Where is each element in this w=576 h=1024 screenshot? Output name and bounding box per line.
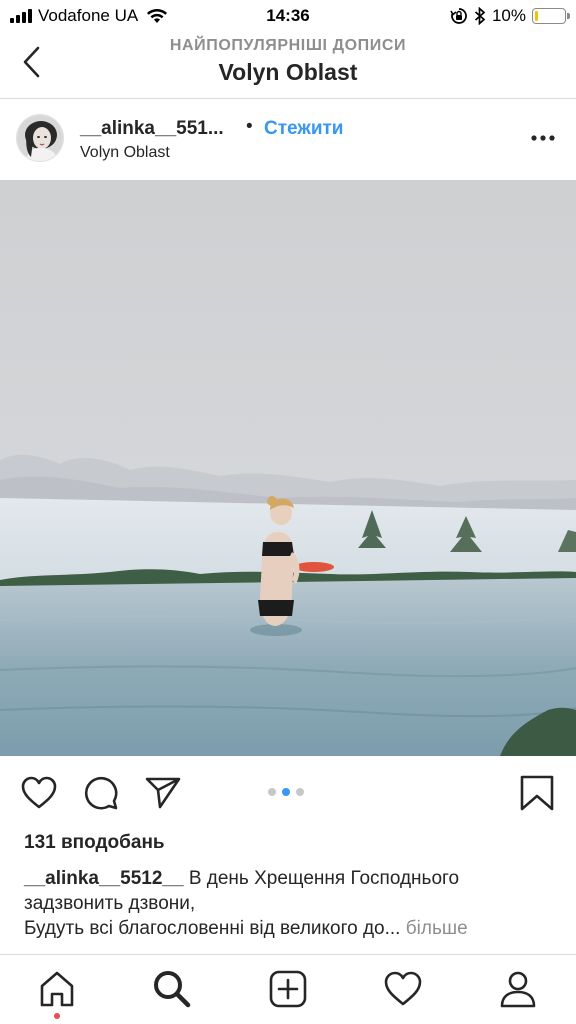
- status-right: 10%: [450, 5, 570, 27]
- activity-heart-icon[interactable]: [383, 969, 423, 1009]
- carousel-dot: [282, 788, 290, 796]
- post-header: __alinka__551... • Стежити Volyn Oblast: [0, 100, 576, 180]
- avatar[interactable]: [16, 114, 64, 162]
- bookmark-icon[interactable]: [518, 774, 556, 812]
- post-photo[interactable]: [0, 180, 576, 756]
- battery-fill: [535, 11, 538, 21]
- likes-count[interactable]: 131 вподобань: [24, 832, 165, 854]
- carousel-dot: [296, 788, 304, 796]
- tab-bar: [0, 954, 576, 1024]
- carousel-dot: [268, 788, 276, 796]
- comment-icon[interactable]: [82, 774, 120, 812]
- carousel-indicator: [268, 788, 304, 796]
- post-location[interactable]: Volyn Oblast: [80, 144, 170, 162]
- home-notification-dot: [54, 1013, 60, 1019]
- heart-icon[interactable]: [20, 774, 58, 812]
- caption-text-line2: Будуть всі благословенні від великого до…: [24, 918, 401, 939]
- rotation-lock-icon: [450, 8, 467, 24]
- post-caption: __alinka__5512__ В день Хрещення Господн…: [24, 866, 554, 941]
- profile-icon[interactable]: [498, 969, 538, 1009]
- home-icon[interactable]: [37, 969, 77, 1009]
- battery-icon: [532, 8, 570, 24]
- add-post-icon[interactable]: [268, 969, 308, 1009]
- share-icon[interactable]: [144, 774, 182, 812]
- caption-more-link[interactable]: більше: [406, 918, 468, 939]
- page-title[interactable]: Volyn Oblast: [0, 59, 576, 86]
- search-icon[interactable]: [152, 969, 192, 1009]
- nav-header: НАЙПОПУЛЯРНІШІ ДОПИСИ Volyn Oblast: [0, 32, 576, 99]
- ellipsis-icon[interactable]: [530, 126, 556, 150]
- post-username[interactable]: __alinka__551...: [80, 118, 224, 140]
- battery-percent: 10%: [491, 6, 526, 25]
- page-subtitle: НАЙПОПУЛЯРНІШІ ДОПИСИ: [169, 37, 407, 54]
- status-bar: Vodafone UA 14:36 10%: [0, 0, 576, 32]
- caption-username[interactable]: __alinka__5512__: [24, 868, 184, 889]
- separator-dot: •: [246, 116, 253, 137]
- bluetooth-icon: [474, 7, 486, 25]
- post-actions: [0, 756, 576, 828]
- follow-button[interactable]: Стежити: [264, 118, 343, 140]
